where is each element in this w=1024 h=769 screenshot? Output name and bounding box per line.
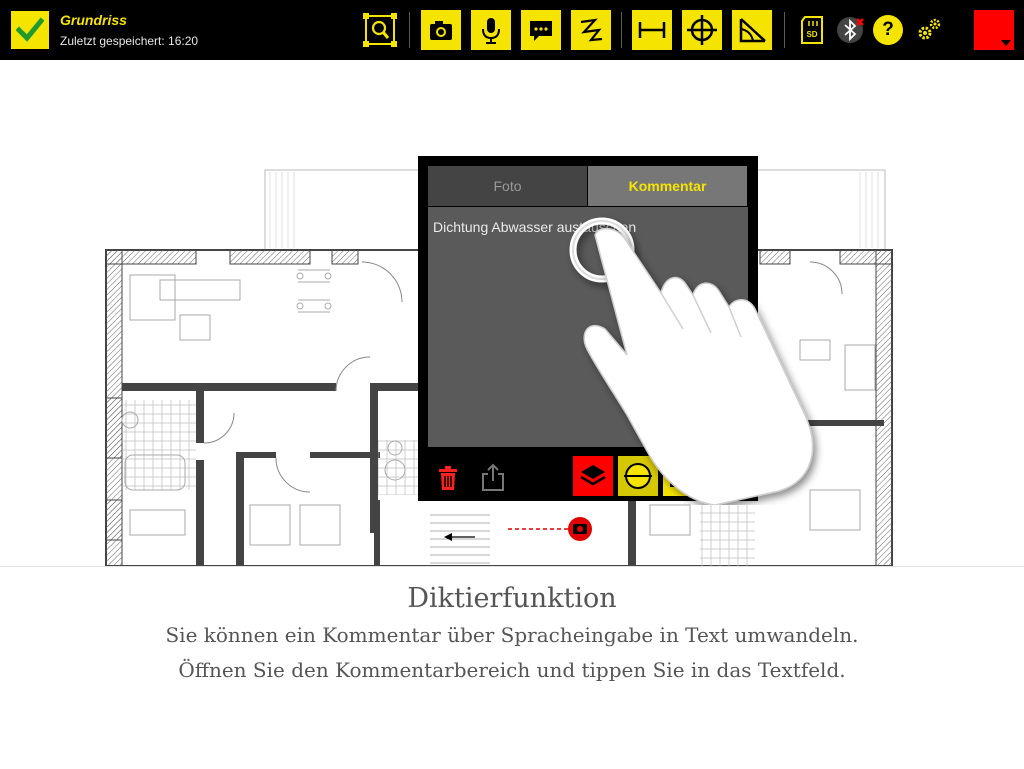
popup-tabs: Foto Kommentar <box>428 166 748 206</box>
bluetooth-button[interactable] <box>836 15 866 45</box>
share-icon <box>482 463 504 491</box>
angle-measure-button[interactable] <box>732 10 772 50</box>
freehand-line-icon <box>580 18 603 42</box>
caption-title: Diktierfunktion <box>407 583 617 614</box>
toolbar-separator <box>621 12 622 48</box>
comment-icon <box>530 21 552 41</box>
caption-line-2: Öffnen Sie den Kommentarbereich und tipp… <box>178 658 846 682</box>
tap-gesture-hand-icon <box>569 217 814 505</box>
document-title: Grundriss <box>60 12 127 28</box>
delete-button[interactable] <box>436 464 460 492</box>
caption-panel: Diktierfunktion Sie können ein Kommentar… <box>0 566 1024 769</box>
chevron-down-icon <box>1001 40 1011 46</box>
camera-icon <box>430 21 452 40</box>
toolbar-separator <box>409 12 410 48</box>
help-icon[interactable]: ? <box>873 15 903 45</box>
sd-card-icon: SD <box>801 16 823 44</box>
zoom-extent-icon <box>363 13 397 47</box>
toolbar-separator <box>784 12 785 48</box>
caption-line-1: Sie können ein Kommentar über Spracheing… <box>165 623 859 647</box>
trash-icon <box>439 466 457 490</box>
measure-distance-button[interactable] <box>632 10 672 50</box>
comment-button[interactable] <box>521 10 561 50</box>
svg-text:SD: SD <box>806 30 817 39</box>
measure-distance-icon <box>638 22 666 38</box>
microphone-icon <box>482 18 500 44</box>
settings-icon <box>918 18 941 40</box>
zoom-extent-button[interactable] <box>362 10 398 50</box>
save-check-button[interactable] <box>11 11 49 49</box>
top-toolbar: Grundriss Zuletzt gespeichert: 16:20 SD … <box>0 0 1024 60</box>
crosshair-icon <box>687 15 717 45</box>
check-icon <box>16 17 44 42</box>
voice-memo-button[interactable] <box>471 10 511 50</box>
bluetooth-off-icon <box>837 17 864 43</box>
photo-button[interactable] <box>421 10 461 50</box>
share-button[interactable] <box>480 462 506 492</box>
color-picker[interactable] <box>974 10 1014 50</box>
sd-card-button[interactable]: SD <box>800 16 824 44</box>
angle-measure-icon <box>739 18 766 43</box>
freehand-line-button[interactable] <box>571 10 611 50</box>
tab-foto[interactable]: Foto <box>428 166 587 206</box>
photo-marker[interactable] <box>568 517 592 541</box>
settings-button[interactable] <box>916 17 942 43</box>
tab-kommentar[interactable]: Kommentar <box>588 166 747 206</box>
crosshair-button[interactable] <box>682 10 722 50</box>
last-saved-label: Zuletzt gespeichert: 16:20 <box>60 34 199 48</box>
